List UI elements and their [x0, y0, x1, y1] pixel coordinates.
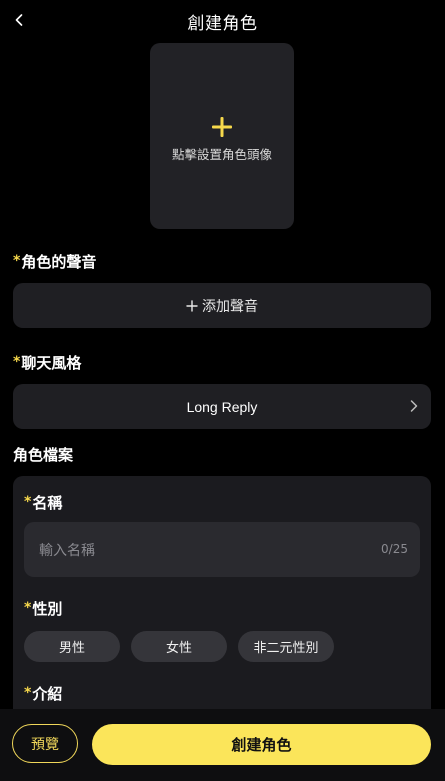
gender-label-text: 性別 [32, 600, 63, 618]
intro-label-text: 介紹 [32, 685, 63, 703]
profile-section-title: 角色檔案 [13, 446, 74, 464]
name-label-text: 名稱 [32, 494, 63, 512]
page-title: 創建角色 [187, 14, 258, 34]
name-input[interactable] [37, 522, 341, 579]
chat-style-section-label: *聊天風格 [13, 352, 81, 373]
gender-field-label: *性別 [24, 598, 62, 619]
chat-style-value: Long Reply [186, 398, 258, 415]
gender-option-female[interactable]: 女性 [131, 631, 227, 662]
intro-field-label: *介紹 [24, 683, 62, 704]
voice-label-text: 角色的聲音 [21, 253, 97, 271]
plus-icon [212, 117, 232, 137]
gender-option-male[interactable]: 男性 [24, 631, 120, 662]
gender-options: 男性 女性 非二元性別 [24, 631, 334, 662]
gender-option-nonbinary[interactable]: 非二元性別 [238, 631, 334, 662]
name-char-counter: 0/25 [381, 542, 408, 556]
voice-section-label: *角色的聲音 [13, 251, 96, 272]
add-voice-label: 添加聲音 [202, 298, 258, 315]
chevron-right-icon [410, 400, 418, 412]
add-voice-button[interactable]: 添加聲音 [13, 283, 431, 328]
header: 創建角色 [0, 0, 445, 40]
preview-button[interactable]: 預覽 [12, 724, 78, 763]
bottom-action-bar: 預覽 創建角色 [0, 709, 445, 781]
name-field-label: *名稱 [24, 492, 62, 513]
required-mark: * [13, 354, 21, 370]
avatar-upload[interactable]: 點擊設置角色頭像 [150, 43, 294, 229]
required-mark: * [24, 600, 32, 616]
required-mark: * [24, 494, 32, 510]
profile-card: *名稱 0/25 *性別 男性 女性 非二元性別 *介紹 [13, 476, 431, 736]
required-mark: * [13, 253, 21, 269]
create-character-button[interactable]: 創建角色 [92, 724, 431, 765]
required-mark: * [24, 685, 32, 701]
chat-style-label-text: 聊天風格 [21, 354, 82, 372]
name-field: 0/25 [24, 522, 420, 579]
chat-style-select[interactable]: Long Reply [13, 384, 431, 429]
plus-icon [186, 299, 198, 312]
avatar-upload-label: 點擊設置角色頭像 [171, 147, 272, 162]
